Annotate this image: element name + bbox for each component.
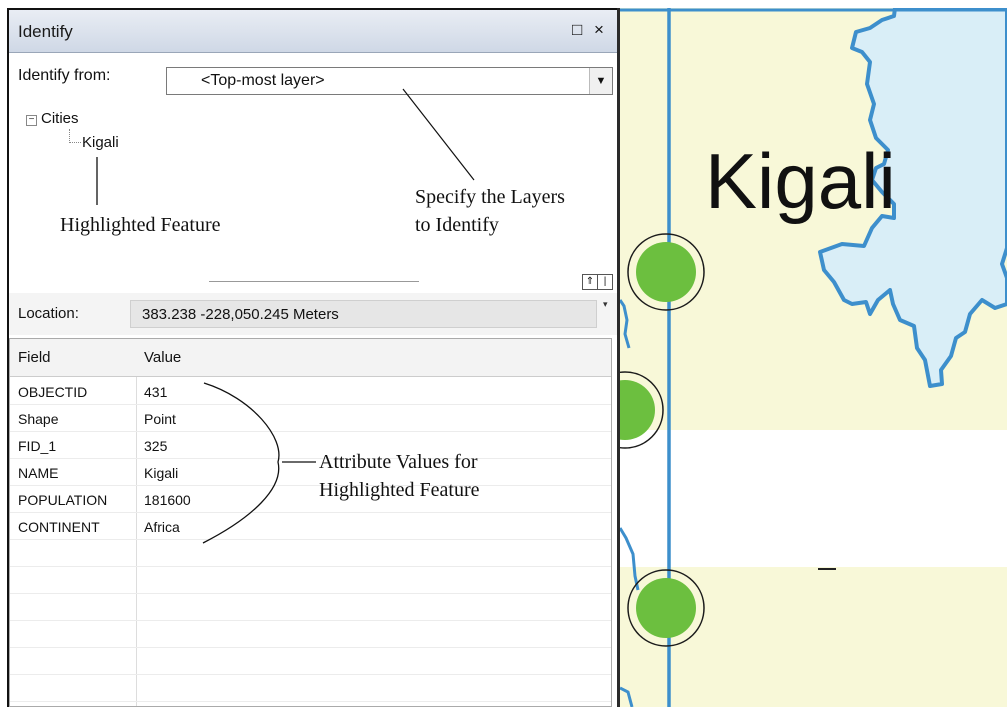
city-symbol[interactable]	[627, 233, 705, 311]
identify-titlebar[interactable]: Identify □ ×	[9, 10, 618, 53]
table-row[interactable]	[10, 596, 611, 621]
location-row: Location: 383.238 -228,050.245 Meters ▾	[9, 293, 618, 335]
location-value: 383.238 -228,050.245 Meters	[142, 306, 339, 323]
chevron-down-icon[interactable]: ▼	[589, 68, 612, 94]
header-value[interactable]: Value	[144, 349, 181, 366]
table-row[interactable]: FID_1 325	[10, 434, 611, 459]
table-row[interactable]: POPULATION 181600	[10, 488, 611, 513]
field-cell: NAME	[18, 465, 59, 481]
table-row[interactable]	[10, 569, 611, 594]
field-cell: FID_1	[18, 438, 57, 454]
pin-icon[interactable]: ▾	[603, 299, 608, 310]
value-cell: 431	[144, 384, 168, 400]
pane-icon[interactable]: |	[597, 274, 613, 290]
field-cell: POPULATION	[18, 492, 108, 508]
location-field: 383.238 -228,050.245 Meters	[130, 300, 597, 328]
tree-feature-kigali[interactable]: Kigali	[82, 134, 119, 151]
table-row[interactable]	[10, 542, 611, 567]
table-row[interactable]	[10, 623, 611, 648]
table-header: Field Value	[10, 339, 611, 377]
table-row[interactable]: OBJECTID 431	[10, 380, 611, 405]
annotation-specify-line2: to Identify	[415, 214, 499, 236]
map-canvas[interactable]: Kigali	[620, 8, 1007, 707]
no-data-band	[620, 430, 1007, 567]
table-row[interactable]	[10, 650, 611, 675]
value-cell: Africa	[144, 519, 180, 535]
annotation-specify-line1: Specify the Layers	[415, 186, 565, 208]
value-cell: Point	[144, 411, 176, 427]
window-title: Identify	[18, 22, 73, 41]
identify-from-row: Identify from: <Top-most layer> ▼	[9, 53, 618, 103]
tree-connector	[69, 142, 81, 143]
city-symbol[interactable]	[627, 569, 705, 647]
map-view[interactable]: Kigali	[620, 8, 1007, 707]
value-cell: Kigali	[144, 465, 179, 481]
value-cell: 181600	[144, 492, 191, 508]
header-field[interactable]: Field	[18, 349, 51, 366]
pane-splitter[interactable]: ⇑ |	[9, 271, 618, 294]
location-label: Location:	[18, 305, 79, 322]
tree-connector	[69, 129, 71, 143]
identify-window: Identify □ × Identify from: <Top-most la…	[9, 10, 618, 707]
table-row[interactable]: Shape Point	[10, 407, 611, 432]
collapse-icon[interactable]: −	[26, 115, 37, 126]
annotation-highlighted-feature: Highlighted Feature	[60, 214, 221, 236]
identify-from-dropdown[interactable]: <Top-most layer> ▼	[166, 67, 613, 95]
restore-icon[interactable]: □	[572, 20, 582, 40]
annotation-attr-line1: Attribute Values for	[319, 451, 478, 473]
table-row[interactable]	[10, 677, 611, 702]
field-cell: Shape	[18, 411, 59, 427]
identify-from-label: Identify from:	[18, 67, 111, 84]
field-cell: CONTINENT	[18, 519, 100, 535]
city-label-kigali: Kigali	[705, 137, 896, 225]
attributes-table: Field Value OBJECTID 431 Shape Point FID_1 32…	[9, 338, 612, 707]
annotation-attr-line2: Highlighted Feature	[319, 479, 480, 501]
tree-layer-cities[interactable]: Cities	[41, 110, 79, 127]
identify-from-value: <Top-most layer>	[201, 72, 325, 89]
value-cell: 325	[144, 438, 168, 454]
table-row[interactable]: NAME Kigali	[10, 461, 611, 486]
splitter-grip[interactable]	[209, 281, 419, 282]
expand-icon[interactable]: ⇑	[582, 274, 598, 290]
table-row[interactable]: CONTINENT Africa	[10, 515, 611, 540]
close-icon[interactable]: ×	[594, 20, 604, 40]
field-cell: OBJECTID	[18, 384, 88, 400]
